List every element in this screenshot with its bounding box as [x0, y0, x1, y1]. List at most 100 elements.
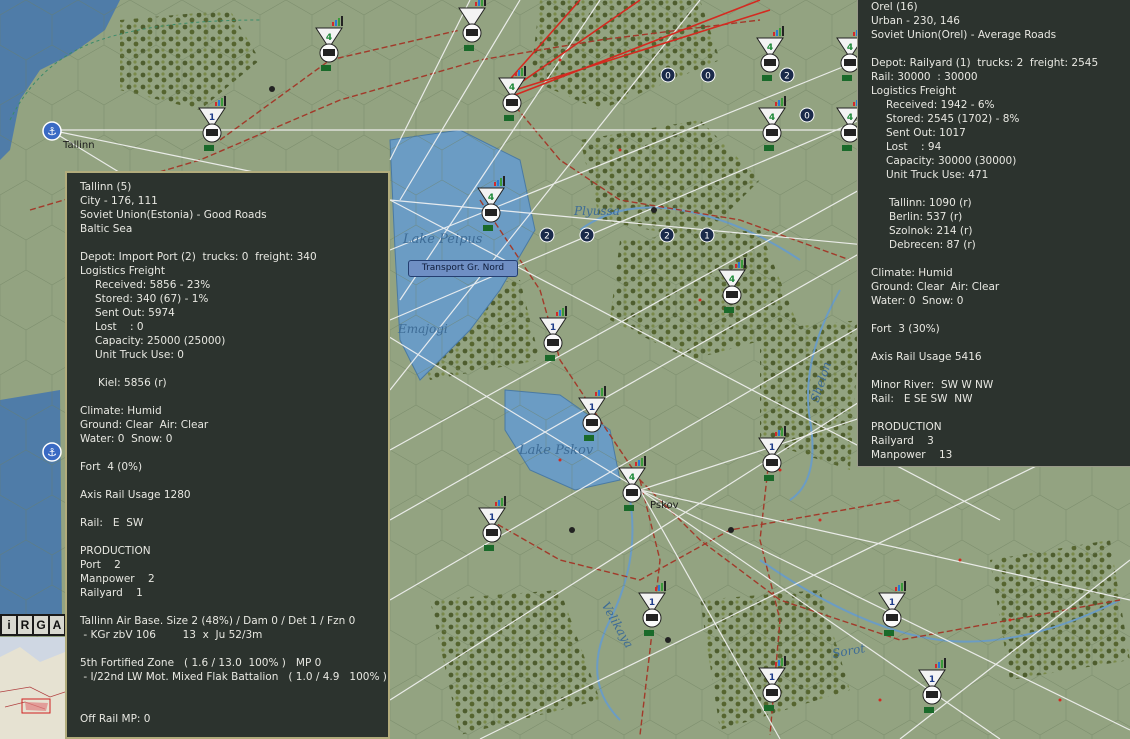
info-climate: Climate: Humid	[871, 267, 953, 279]
hq-marker-icon[interactable]: 2	[579, 227, 595, 243]
port-anchor-icon[interactable]: ⚓	[42, 121, 62, 141]
info-stored: Stored: 2545 (1702) - 8%	[886, 113, 1020, 125]
toolbar-key-i[interactable]: i	[2, 616, 16, 634]
info-off-rail-mp: Off Rail MP: 0	[80, 713, 151, 725]
info-source-debrecen: Debrecen: 87 (r)	[889, 239, 976, 251]
info-source-berlin: Berlin: 537 (r)	[889, 211, 963, 223]
info-owner: Soviet Union(Estonia) - Good Roads	[80, 209, 267, 221]
info-capacity: Capacity: 25000 (25000)	[95, 335, 226, 347]
svg-text:4: 4	[326, 33, 332, 43]
info-production-railyard: Railyard 3	[871, 435, 934, 447]
hex-info-panel-tallinn: Tallinn (5) City - 176, 111 Soviet Union…	[65, 171, 390, 739]
info-received: Received: 1942 - 6%	[886, 99, 995, 111]
svg-text:2: 2	[664, 232, 670, 242]
pskov-label: Pskov	[650, 500, 679, 511]
hq-marker-icon[interactable]: 2	[779, 67, 795, 83]
hq-marker-icon[interactable]: 0	[700, 67, 716, 83]
info-water: Water: 0 Snow: 0	[80, 433, 173, 445]
toolbar-key-g[interactable]: G	[34, 616, 48, 634]
hq-unit-label[interactable]: Transport Gr. Nord	[408, 260, 518, 277]
info-logistics-heading: Logistics Freight	[80, 265, 165, 277]
map-mode-toolbar: i R G A	[0, 614, 65, 636]
lake-peipus-label: Lake Peipus	[403, 232, 483, 247]
tallinn-label: Tallinn	[63, 140, 95, 151]
info-title: Orel (16)	[871, 1, 918, 13]
info-title: Tallinn (5)	[80, 181, 132, 193]
info-logistics-heading: Logistics Freight	[871, 85, 956, 97]
svg-text:1: 1	[929, 675, 935, 685]
info-capacity: Capacity: 30000 (30000)	[886, 155, 1017, 167]
svg-text:2: 2	[544, 232, 550, 242]
info-source-szolnok: Szolnok: 214 (r)	[889, 225, 973, 237]
info-water: Water: 0 Snow: 0	[871, 295, 964, 307]
minimap[interactable]	[0, 637, 65, 739]
svg-text:4: 4	[767, 43, 773, 53]
toolbar-key-a[interactable]: A	[50, 616, 64, 634]
info-climate: Climate: Humid	[80, 405, 162, 417]
info-fortified-zone: 5th Fortified Zone ( 1.6 / 13.0 100% ) M…	[80, 657, 322, 669]
info-axis-rail: Axis Rail Usage 5416	[871, 351, 982, 363]
info-production-manpower: Manpower 2	[80, 573, 155, 585]
svg-text:2: 2	[784, 72, 790, 82]
svg-text:4: 4	[488, 193, 494, 203]
svg-text:0: 0	[705, 72, 711, 82]
svg-text:⚓: ⚓	[47, 125, 57, 138]
info-source-tallinn: Tallinn: 1090 (r)	[889, 197, 972, 209]
info-production-heading: PRODUCTION	[871, 421, 942, 433]
hq-marker-icon[interactable]: 2	[539, 227, 555, 243]
info-truck-use: Unit Truck Use: 0	[95, 349, 184, 361]
info-axis-rail: Axis Rail Usage 1280	[80, 489, 191, 501]
hq-marker-icon[interactable]: 0	[799, 107, 815, 123]
info-production-heading: PRODUCTION	[80, 545, 151, 557]
svg-text:4: 4	[847, 43, 853, 53]
svg-text:1: 1	[649, 598, 655, 608]
svg-text:1: 1	[704, 232, 710, 242]
info-zone: Baltic Sea	[80, 223, 133, 235]
info-ground: Ground: Clear Air: Clear	[80, 419, 209, 431]
info-stored: Stored: 340 (67) - 1%	[95, 293, 209, 305]
info-air-base: Tallinn Air Base. Size 2 (48%) / Dam 0 /…	[80, 615, 356, 627]
svg-text:0: 0	[804, 112, 810, 122]
svg-text:1: 1	[489, 513, 495, 523]
hq-marker-icon[interactable]: 1	[699, 227, 715, 243]
info-rail-capacity: Rail: 30000 : 30000	[871, 71, 978, 83]
info-lost: Lost : 94	[886, 141, 942, 153]
emajogi-label: Emajogi	[398, 322, 448, 336]
port-anchor-icon[interactable]: ⚓	[42, 442, 62, 462]
svg-text:1: 1	[209, 113, 215, 123]
svg-text:4: 4	[729, 275, 735, 285]
info-production-railyard: Railyard 1	[80, 587, 143, 599]
svg-text:4: 4	[847, 113, 853, 123]
info-flak-battalion: - I/22nd LW Mot. Mixed Flak Battalion ( …	[80, 671, 387, 683]
toolbar-key-r[interactable]: R	[18, 616, 32, 634]
svg-text:2: 2	[584, 232, 590, 242]
info-owner: Soviet Union(Orel) - Average Roads	[871, 29, 1057, 41]
svg-text:0: 0	[665, 72, 671, 82]
info-rail-dirs: Rail: E SW	[80, 517, 144, 529]
info-received: Received: 5856 - 23%	[95, 279, 211, 291]
hq-marker-icon[interactable]: 2	[659, 227, 675, 243]
svg-text:1: 1	[769, 673, 775, 683]
info-air-unit: - KGr zbV 106 13 x Ju 52/3m	[80, 629, 263, 641]
info-coords: Urban - 230, 146	[871, 15, 960, 27]
info-coords: City - 176, 111	[80, 195, 158, 207]
info-production-port: Port 2	[80, 559, 121, 571]
svg-text:4: 4	[769, 113, 775, 123]
info-sent-out: Sent Out: 5974	[95, 307, 175, 319]
hq-marker-icon[interactable]: 0	[660, 67, 676, 83]
